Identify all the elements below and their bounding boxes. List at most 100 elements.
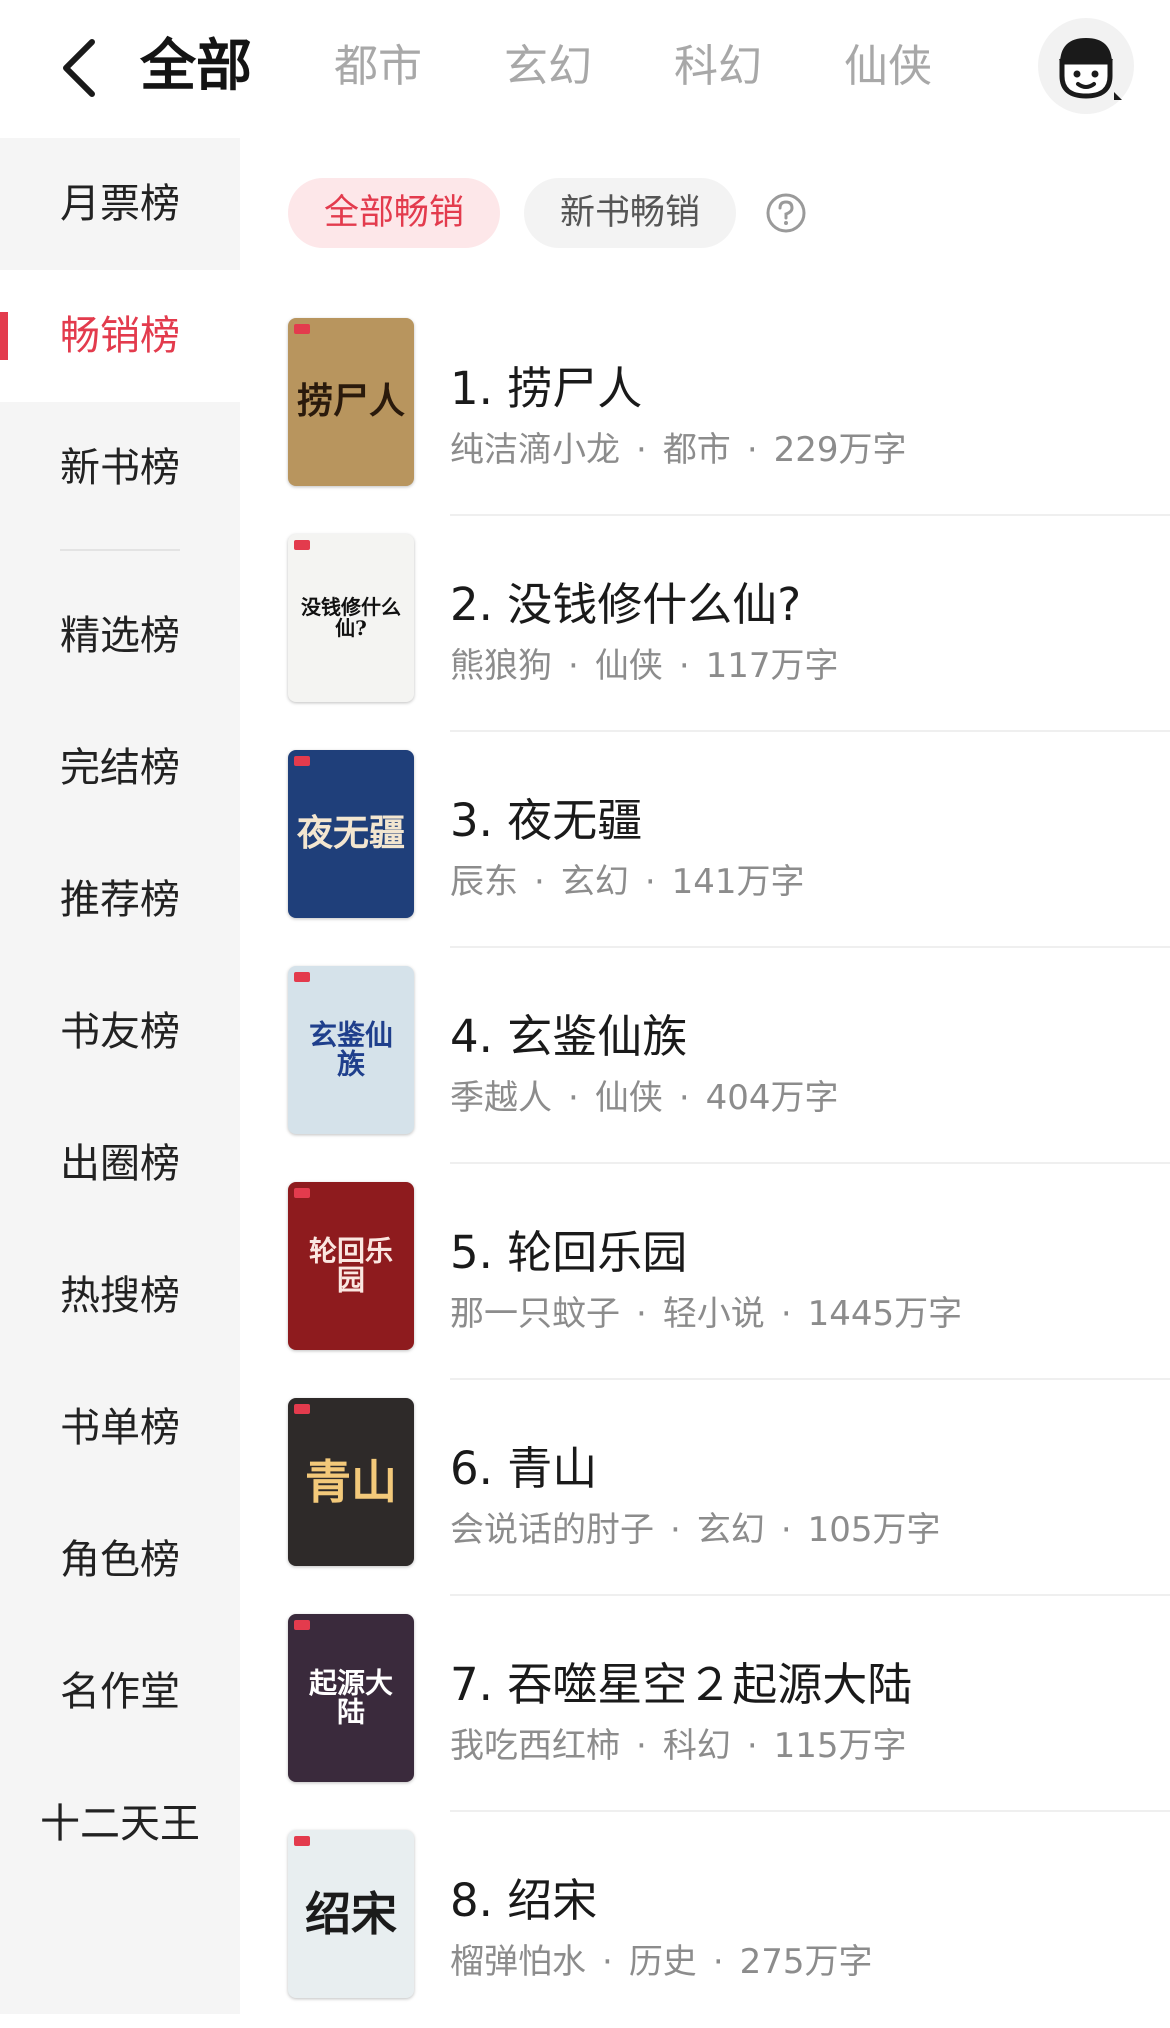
meta-dot: ·: [780, 1510, 792, 1550]
book-author: 熊狼狗: [450, 646, 552, 686]
book-item[interactable]: 轮回乐园 5. 轮回乐园 那一只蚊子 · 轻小说 · 1445万字: [288, 1164, 1170, 1380]
book-genre: 仙侠: [594, 646, 663, 686]
sidebar-item-hotsearch[interactable]: 热搜榜: [0, 1230, 240, 1362]
book-cover[interactable]: 绍宋: [288, 1830, 414, 1998]
book-item[interactable]: 绍宋 8. 绍宋 榴弹怕水 · 历史 · 275万字: [288, 1812, 1170, 2028]
sidebar-item-masterpiece[interactable]: 名作堂: [0, 1626, 240, 1758]
book-genre: 历史: [628, 1942, 697, 1982]
book-meta: 榴弹怕水 · 历史 · 275万字: [450, 1934, 873, 1983]
tab-xianxia[interactable]: 仙侠: [844, 22, 932, 112]
tab-fantasy[interactable]: 玄幻: [504, 22, 592, 112]
sidebar-item-newbook[interactable]: 新书榜: [0, 402, 240, 534]
book-author: 辰东: [450, 862, 518, 902]
back-button[interactable]: [52, 28, 112, 108]
sidebar-item-label: 推荐榜: [60, 877, 180, 923]
book-genre: 玄幻: [696, 1510, 765, 1550]
book-author: 季越人: [450, 1078, 552, 1118]
book-title[interactable]: 6. 青山: [450, 1432, 597, 1497]
book-cover[interactable]: 青山: [288, 1398, 414, 1566]
chip-new-bestseller[interactable]: 新书畅销: [524, 178, 737, 248]
book-cover[interactable]: 轮回乐园: [288, 1182, 414, 1350]
book-meta: 我吃西红柿 · 科幻 · 115万字: [450, 1718, 907, 1767]
book-cover[interactable]: 玄鉴仙族: [288, 966, 414, 1134]
meta-dot: ·: [534, 862, 545, 902]
book-item[interactable]: 夜无疆 3. 夜无疆 辰东 · 玄幻 · 141万字: [288, 732, 1170, 948]
book-genre: 都市: [662, 430, 731, 470]
book-item[interactable]: 玄鉴仙族 4. 玄鉴仙族 季越人 · 仙侠 · 404万字: [288, 948, 1170, 1164]
sidebar-item-breakout[interactable]: 出圈榜: [0, 1098, 240, 1230]
sidebar-item-monthly[interactable]: 月票榜: [0, 138, 240, 270]
cover-title: 没钱修什么仙?: [301, 595, 401, 640]
book-meta: 那一只蚊子 · 轻小说 · 1445万字: [450, 1286, 962, 1335]
top-bar: 全部 都市 玄幻 科幻 仙侠: [0, 0, 1170, 138]
book-author: 我吃西红柿: [450, 1726, 620, 1766]
book-item[interactable]: 捞尸人 1. 捞尸人 纯洁滴小龙 · 都市 · 229万字: [288, 300, 1170, 516]
tab-label: 都市: [334, 41, 422, 92]
sidebar-item-label: 畅销榜: [60, 313, 180, 359]
tab-scifi[interactable]: 科幻: [674, 22, 762, 112]
book-word-count: 115万字: [773, 1726, 907, 1766]
book-item[interactable]: 起源大陆 7. 吞噬星空２起源大陆 我吃西红柿 · 科幻 · 115万字: [288, 1596, 1170, 1812]
sidebar-item-character[interactable]: 角色榜: [0, 1494, 240, 1626]
book-title[interactable]: 5. 轮回乐园: [450, 1216, 687, 1281]
cover-title: 轮回乐园: [308, 1234, 393, 1297]
meta-dot: ·: [602, 1942, 613, 1982]
publisher-badge-icon: [294, 1836, 310, 1846]
meta-dot: ·: [636, 430, 647, 470]
sidebar-item-selected[interactable]: 精选榜: [0, 570, 240, 702]
book-item[interactable]: 没钱修什么仙? 2. 没钱修什么仙? 熊狼狗 · 仙侠 · 117万字: [288, 516, 1170, 732]
sidebar-item-label: 角色榜: [60, 1537, 180, 1583]
meta-dot: ·: [678, 646, 690, 686]
sidebar-divider: [60, 549, 180, 551]
book-title[interactable]: 3. 夜无疆: [450, 784, 642, 849]
book-title[interactable]: 7. 吞噬星空２起源大陆: [450, 1648, 912, 1713]
sidebar-item-readers[interactable]: 书友榜: [0, 966, 240, 1098]
meta-dot: ·: [636, 1294, 647, 1334]
book-author: 那一只蚊子: [450, 1294, 620, 1334]
sidebar-item-label: 新书榜: [60, 445, 180, 491]
tab-label: 玄幻: [504, 41, 592, 92]
book-item[interactable]: 青山 6. 青山 会说话的肘子 · 玄幻 · 105万字: [288, 1380, 1170, 1596]
sidebar-item-finished[interactable]: 完结榜: [0, 702, 240, 834]
cover-title: 青山: [305, 1454, 397, 1509]
avatar-button[interactable]: [1038, 18, 1134, 114]
book-cover[interactable]: 捞尸人: [288, 318, 414, 486]
publisher-badge-icon: [294, 972, 310, 982]
help-circle-icon[interactable]: [764, 191, 808, 235]
sidebar-item-label: 出圈榜: [60, 1141, 180, 1187]
meta-dot: ·: [746, 1726, 758, 1766]
sidebar-item-label: 书单榜: [60, 1405, 180, 1451]
book-cover[interactable]: 没钱修什么仙?: [288, 534, 414, 702]
sidebar-item-label: 月票榜: [60, 181, 180, 227]
book-word-count: 141万字: [671, 862, 805, 902]
sidebar-item-label: 书友榜: [60, 1009, 180, 1055]
cover-title: 玄鉴仙族: [308, 1018, 393, 1081]
meta-dot: ·: [644, 862, 656, 902]
cover-title: 绍宋: [305, 1886, 397, 1941]
publisher-badge-icon: [294, 540, 310, 550]
sidebar-item-label: 热搜榜: [60, 1273, 180, 1319]
book-author: 纯洁滴小龙: [450, 430, 620, 470]
book-author: 榴弹怕水: [450, 1942, 586, 1982]
book-word-count: 1445万字: [807, 1294, 963, 1334]
meta-dot: ·: [712, 1942, 724, 1982]
chip-all-bestseller[interactable]: 全部畅销: [288, 178, 501, 248]
tab-label: 全部: [140, 34, 252, 99]
sidebar-item-recommend[interactable]: 推荐榜: [0, 834, 240, 966]
tab-urban[interactable]: 都市: [334, 22, 422, 112]
sidebar-item-twelve-kings[interactable]: 十二天王: [0, 1758, 240, 1890]
meta-dot: ·: [636, 1726, 647, 1766]
book-title[interactable]: 2. 没钱修什么仙?: [450, 568, 801, 633]
book-title[interactable]: 1. 捞尸人: [450, 352, 642, 417]
sidebar-item-bestseller[interactable]: 畅销榜: [0, 270, 240, 402]
book-title[interactable]: 8. 绍宋: [450, 1864, 597, 1929]
book-cover[interactable]: 夜无疆: [288, 750, 414, 918]
back-arrow-icon: [63, 39, 95, 97]
meta-dot: ·: [780, 1294, 792, 1334]
book-title[interactable]: 4. 玄鉴仙族: [450, 1000, 687, 1065]
cover-title: 捞尸人: [296, 380, 405, 423]
book-cover[interactable]: 起源大陆: [288, 1614, 414, 1782]
tab-all[interactable]: 全部: [140, 22, 252, 112]
sidebar-item-label: 名作堂: [60, 1669, 180, 1715]
sidebar-item-booklist[interactable]: 书单榜: [0, 1362, 240, 1494]
